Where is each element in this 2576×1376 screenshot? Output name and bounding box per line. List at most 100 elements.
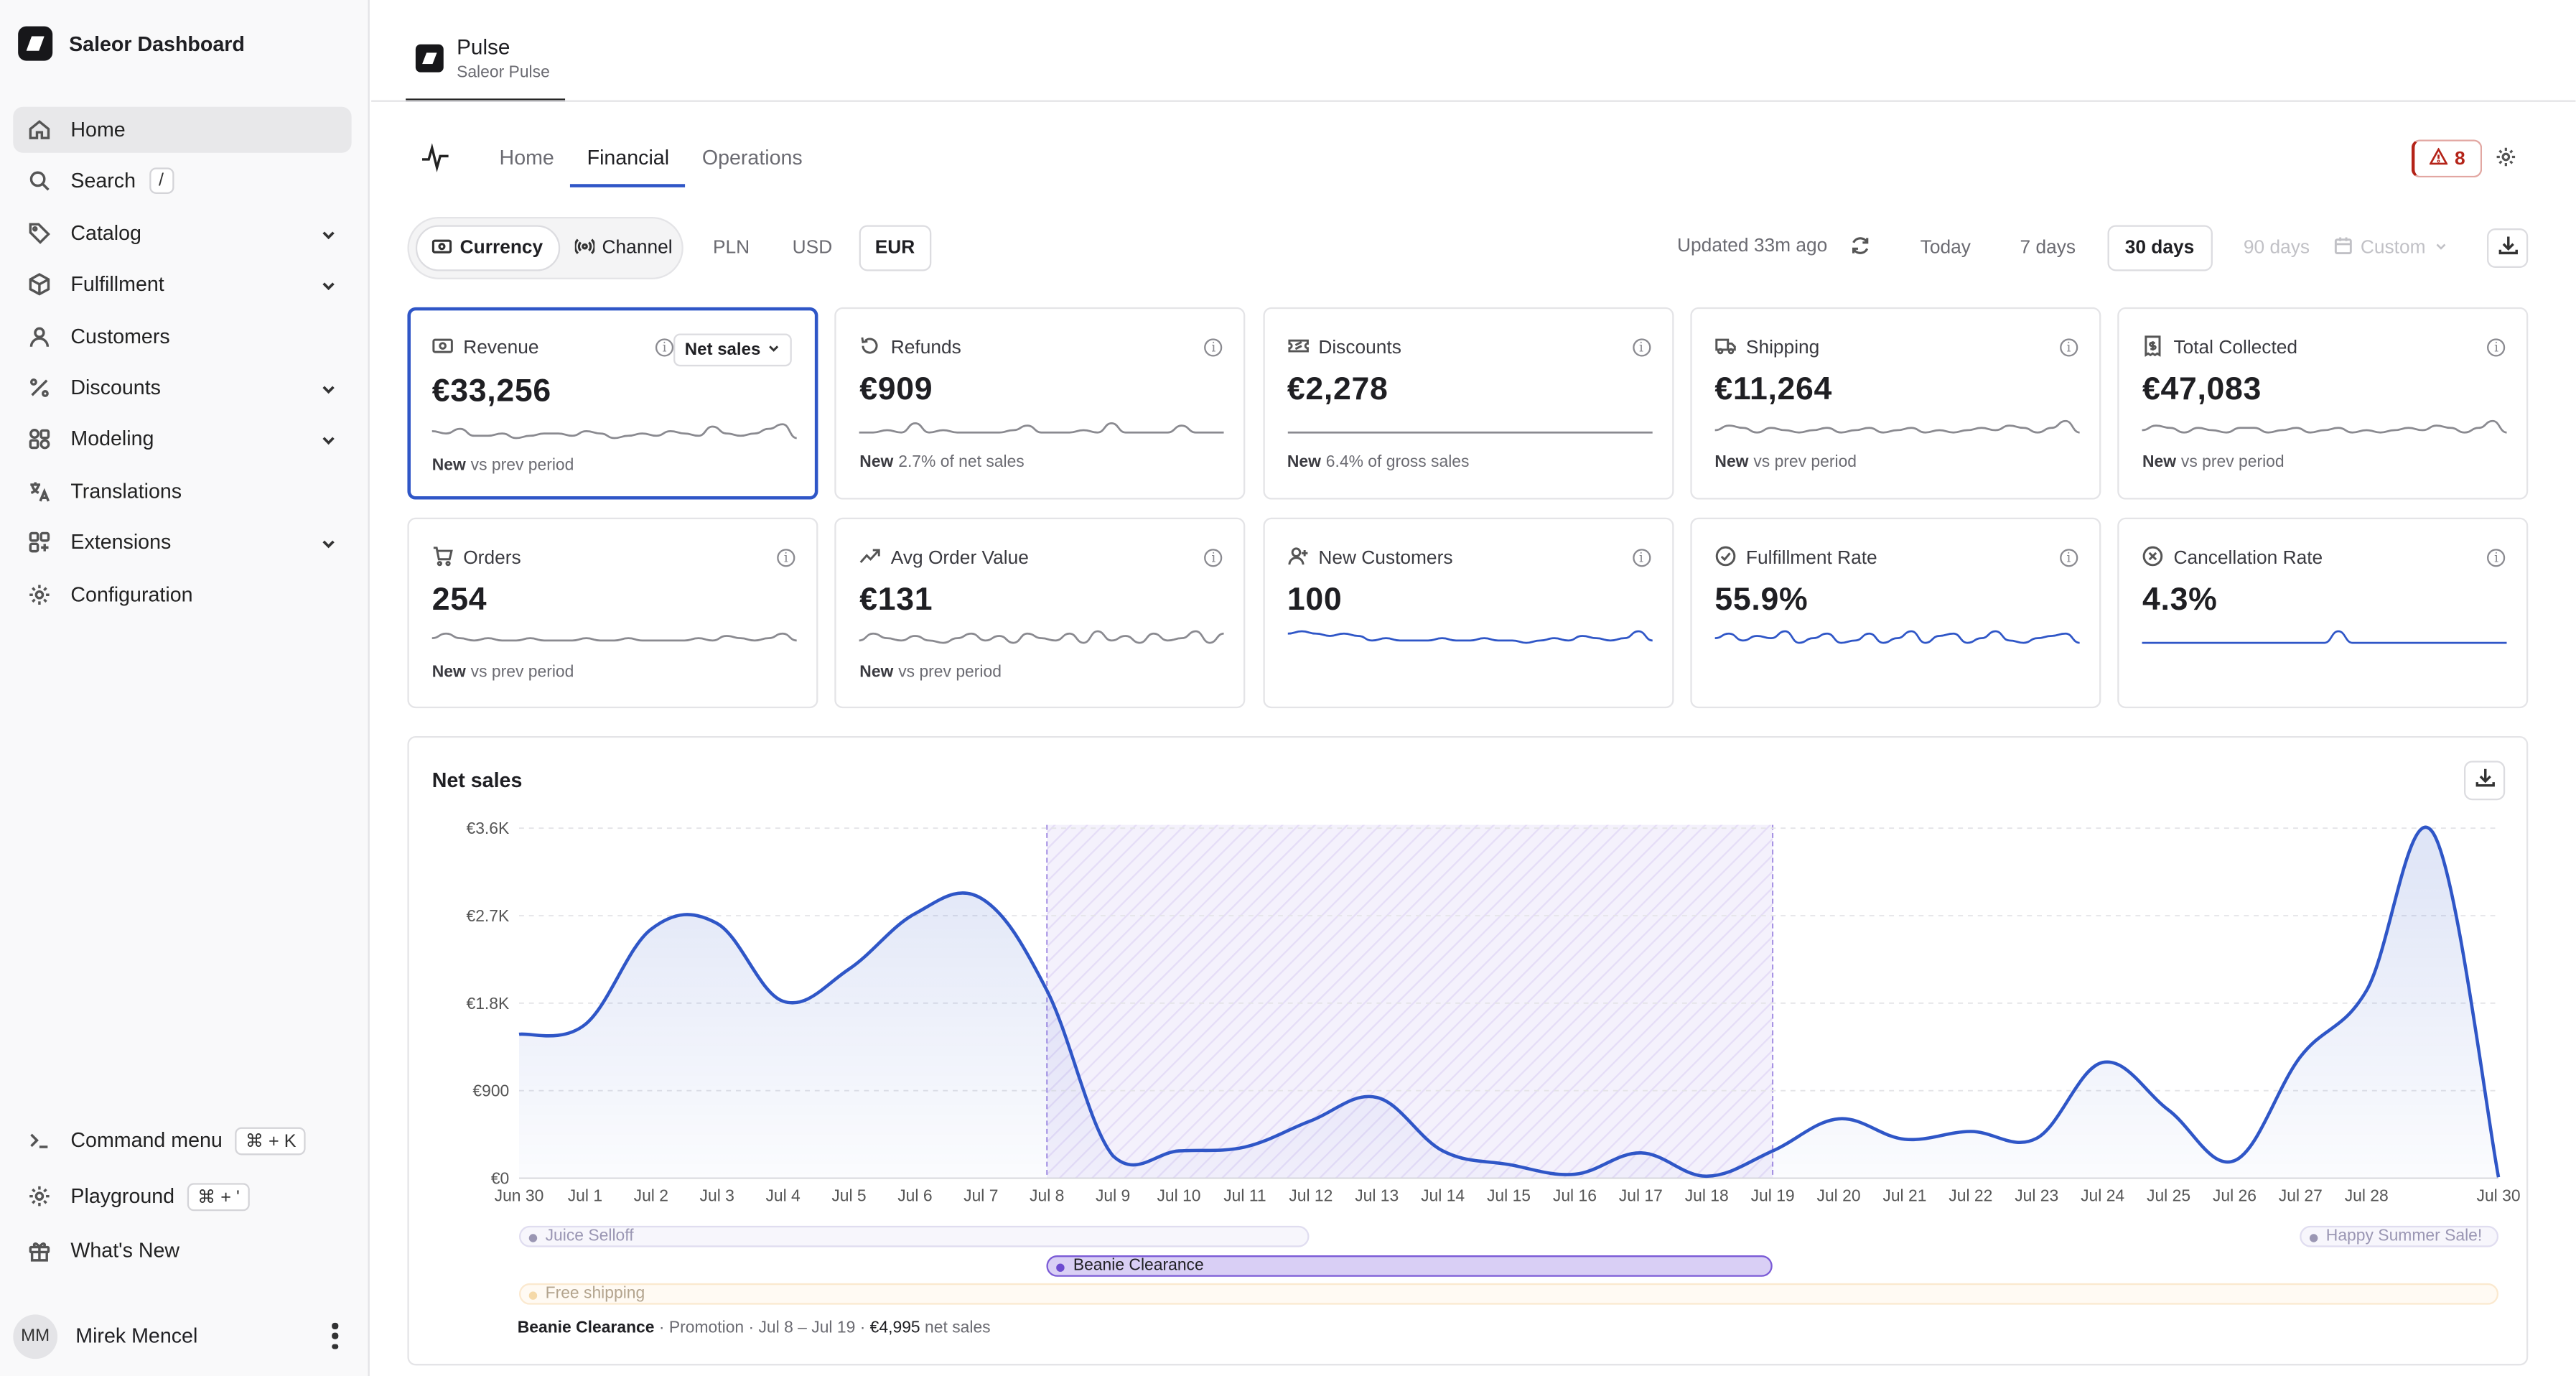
- sidebar: Saleor Dashboard Home Search / Catalog F…: [0, 0, 370, 1376]
- info-icon[interactable]: i: [1204, 549, 1223, 567]
- custom-range-select[interactable]: Custom: [2334, 236, 2447, 259]
- info-icon[interactable]: i: [2059, 549, 2078, 567]
- currency-selector: PLN USD EUR: [696, 225, 932, 271]
- period-30-days[interactable]: 30 days: [2106, 225, 2213, 271]
- kpi-sparkline: [1714, 419, 2080, 434]
- alerts-button[interactable]: 8: [2411, 139, 2483, 178]
- metric-select[interactable]: Net sales: [673, 333, 792, 367]
- kpi-card-revenue[interactable]: Revenue i Net sales €33,256 New vs prev p…: [407, 307, 818, 500]
- info-icon[interactable]: i: [777, 549, 795, 567]
- kpi-header: Total Collected: [2142, 335, 2297, 362]
- chevron-down-icon[interactable]: [320, 225, 337, 241]
- chevron-down-icon[interactable]: [320, 534, 337, 551]
- promotion-pill-beanie-clearance[interactable]: Beanie Clearance: [1047, 1255, 1773, 1277]
- info-icon[interactable]: i: [1632, 338, 1651, 357]
- currency-eur[interactable]: EUR: [858, 225, 932, 271]
- promotion-pill-free-shipping[interactable]: Free shipping: [519, 1283, 2499, 1305]
- refresh-icon[interactable]: [1849, 235, 1872, 258]
- kpi-card-refunds[interactable]: Refunds i €909 New 2.7% of net sales: [834, 307, 1246, 500]
- sidebar-item-label: Modeling: [70, 427, 154, 451]
- metric-select-value: Net sales: [684, 340, 761, 361]
- promotion-pill-happy-summer-sale-[interactable]: Happy Summer Sale!: [2300, 1225, 2499, 1247]
- x-tick-label: Jul 24: [2081, 1186, 2124, 1205]
- chevron-down-icon[interactable]: [320, 379, 337, 396]
- brand[interactable]: Saleor Dashboard: [18, 26, 245, 61]
- caption-type: Promotion: [668, 1319, 745, 1338]
- sidebar-item-what-s-new[interactable]: What's New: [13, 1227, 351, 1273]
- user-menu[interactable]: MM Mirek Mencel: [13, 1311, 351, 1361]
- kpi-header: Fulfillment Rate: [1714, 546, 1877, 572]
- x-tick-label: Jul 3: [700, 1186, 734, 1205]
- caption-suffix: net sales: [925, 1319, 991, 1338]
- sidebar-item-catalog[interactable]: Catalog: [13, 210, 351, 256]
- currency-usd[interactable]: USD: [776, 225, 849, 271]
- sidebar-item-discounts[interactable]: Discounts: [13, 365, 351, 411]
- y-tick-label: €0: [491, 1169, 509, 1188]
- sidebar-item-customers[interactable]: Customers: [13, 313, 351, 359]
- gear-icon: [28, 582, 51, 605]
- info-icon[interactable]: i: [1204, 338, 1223, 357]
- sidebar-item-command-menu[interactable]: Command menu ⌘ + K: [13, 1117, 351, 1163]
- tab-operations[interactable]: Operations: [686, 135, 819, 187]
- currency-pln[interactable]: PLN: [696, 225, 766, 271]
- chevron-down-icon[interactable]: [320, 431, 337, 447]
- kpi-header: New Customers: [1287, 546, 1453, 572]
- kpi-footnote-text: vs prev period: [898, 664, 1002, 682]
- kpi-sparkline: [859, 422, 1225, 434]
- kpi-card-fulfillment-rate[interactable]: Fulfillment Rate i 55.9%: [1690, 517, 2101, 709]
- sidebar-nav: Home Search / Catalog Fulfillment Custom…: [13, 106, 352, 623]
- kpi-card-orders[interactable]: Orders i 254 New vs prev period: [407, 517, 818, 709]
- sidebar-item-configuration[interactable]: Configuration: [13, 571, 351, 617]
- currency-toggle[interactable]: Currency: [415, 225, 560, 271]
- kpi-card-avg-order-value[interactable]: Avg Order Value i €131 New vs prev period: [834, 517, 1246, 709]
- gift-icon: [28, 1238, 51, 1261]
- sidebar-item-search[interactable]: Search /: [13, 159, 351, 205]
- info-icon[interactable]: i: [1632, 549, 1651, 567]
- ticket-icon: [1287, 335, 1309, 362]
- channel-toggle[interactable]: Channel: [559, 225, 687, 271]
- sidebar-item-fulfillment[interactable]: Fulfillment: [13, 261, 351, 307]
- chart-download-button[interactable]: [2464, 761, 2506, 801]
- tab-financial[interactable]: Financial: [570, 135, 686, 187]
- kpi-label: Refunds: [890, 338, 961, 358]
- kpi-label: Discounts: [1318, 338, 1401, 358]
- period-90-days[interactable]: 90 days: [2226, 225, 2328, 271]
- download-button[interactable]: [2487, 228, 2529, 268]
- sidebar-item-extensions[interactable]: Extensions: [13, 519, 351, 565]
- info-icon[interactable]: i: [655, 338, 674, 357]
- user-plus-icon: [1287, 546, 1309, 572]
- period-7-days[interactable]: 7 days: [2002, 225, 2094, 271]
- kpi-value: €909: [859, 371, 933, 408]
- promotion-pill-juice-selloff[interactable]: Juice Selloff: [519, 1225, 1310, 1247]
- kpi-card-shipping[interactable]: Shipping i €11,264 New vs prev period: [1690, 307, 2101, 500]
- kpi-card-total-collected[interactable]: Total Collected i €47,083 New vs prev per…: [2117, 307, 2529, 500]
- sidebar-item-playground[interactable]: Playground ⌘ + ': [13, 1173, 351, 1219]
- warning-icon: [2429, 147, 2449, 170]
- new-badge: New: [859, 453, 894, 472]
- chevron-down-icon[interactable]: [320, 276, 337, 293]
- sidebar-item-home[interactable]: Home: [13, 106, 352, 153]
- avatar: MM: [13, 1314, 58, 1359]
- period-today[interactable]: Today: [1903, 225, 1989, 271]
- kpi-value: €2,278: [1287, 371, 1389, 408]
- sidebar-item-modeling[interactable]: Modeling: [13, 417, 351, 462]
- app-tab-pulse[interactable]: Pulse Saleor Pulse: [406, 27, 566, 102]
- settings-gear-icon[interactable]: [2495, 147, 2521, 173]
- tab-home[interactable]: Home: [483, 135, 571, 187]
- box-icon: [28, 273, 51, 296]
- kpi-header: Shipping: [1714, 335, 1819, 362]
- x-tick-label: Jul 21: [1882, 1186, 1926, 1205]
- info-icon[interactable]: i: [2059, 338, 2078, 357]
- sidebar-item-translations[interactable]: Translations: [13, 468, 351, 513]
- updated-status: Updated 33m ago: [1677, 236, 1828, 256]
- x-tick-label: Jul 28: [2345, 1186, 2389, 1205]
- info-icon[interactable]: i: [2487, 338, 2506, 357]
- kpi-footnote: New vs prev period: [1714, 453, 1857, 471]
- kpi-card-cancellation-rate[interactable]: Cancellation Rate i 4.3%: [2117, 517, 2529, 709]
- kpi-card-new-customers[interactable]: New Customers i 100: [1262, 517, 1674, 709]
- x-tick-label: Jul 18: [1685, 1186, 1729, 1205]
- more-options-icon[interactable]: [332, 1322, 338, 1349]
- info-icon[interactable]: i: [2487, 549, 2506, 567]
- kpi-card-discounts[interactable]: Discounts i €2,278 New 6.4% of gross sale…: [1262, 307, 1674, 500]
- kpi-footnote-text: vs prev period: [2180, 453, 2285, 472]
